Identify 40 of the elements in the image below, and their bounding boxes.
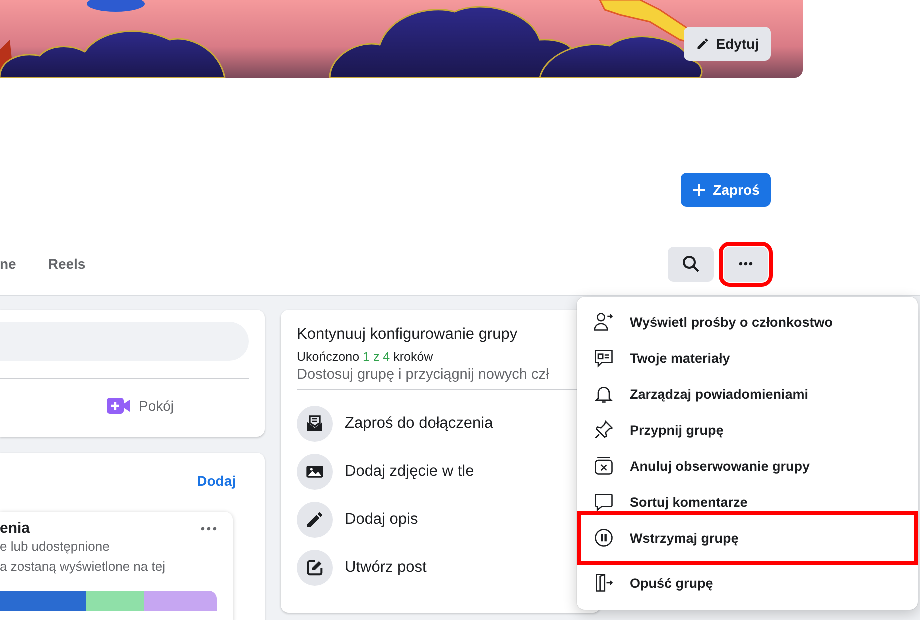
menu-item[interactable]: Opuść grupę [577, 565, 918, 601]
featured-text-line: e lub udostępnione [0, 538, 111, 556]
pencil-icon [696, 37, 710, 51]
step-link[interactable]: Zaproś do dołączenia [345, 415, 494, 433]
menu-item[interactable]: Przypnij grupę [577, 412, 918, 448]
add-link[interactable]: Dodaj [197, 473, 236, 489]
menu-item[interactable]: Twoje materiały [577, 340, 918, 376]
setup-description: Dostosuj grupę i przyciągnij nowych czł [297, 367, 550, 383]
menu-item[interactable]: Zarządzaj powiadomieniami [577, 376, 918, 412]
featured-title: enia [0, 520, 30, 537]
featured-text-line: a zostaną wyświetlone na tej [0, 558, 166, 576]
video-plus-icon [107, 397, 131, 415]
person-arrow-icon [593, 311, 615, 333]
invite-button[interactable]: Zaproś [681, 173, 771, 207]
search-button[interactable] [668, 246, 714, 282]
tab[interactable]: ne [0, 246, 16, 282]
pause-icon [593, 527, 615, 549]
invite-step-icon [305, 414, 325, 434]
menu-item[interactable]: Anuluj obserwowanie grupy [577, 448, 918, 484]
search-icon [682, 255, 700, 273]
more-icon[interactable] [201, 526, 217, 530]
menu-item[interactable]: Wyświetl prośby o członkostwo [577, 304, 918, 340]
progress-text: Ukończono 1 z 4 kroków [297, 350, 434, 364]
speech-card-icon [593, 347, 615, 369]
box-cross-icon [593, 455, 615, 477]
door-arrow-icon [593, 572, 615, 594]
speech-bubble-icon [593, 491, 615, 513]
step-link[interactable]: Dodaj zdjęcie w tle [345, 463, 474, 481]
description-step-icon [305, 510, 325, 530]
room-button[interactable]: Pokój [107, 397, 174, 415]
edit-cover-button[interactable]: Edytuj [684, 27, 771, 61]
plus-icon [692, 183, 706, 197]
tab[interactable]: Reels [48, 246, 86, 282]
more-options-button[interactable] [724, 246, 768, 282]
step-link[interactable]: Utwórz post [345, 559, 427, 577]
post-step-icon [305, 558, 325, 578]
more-icon [739, 262, 753, 266]
setup-title: Kontynuuj konfigurowanie grupy [297, 326, 519, 344]
step-link[interactable]: Dodaj opis [345, 511, 418, 529]
pushpin-icon [593, 419, 615, 441]
